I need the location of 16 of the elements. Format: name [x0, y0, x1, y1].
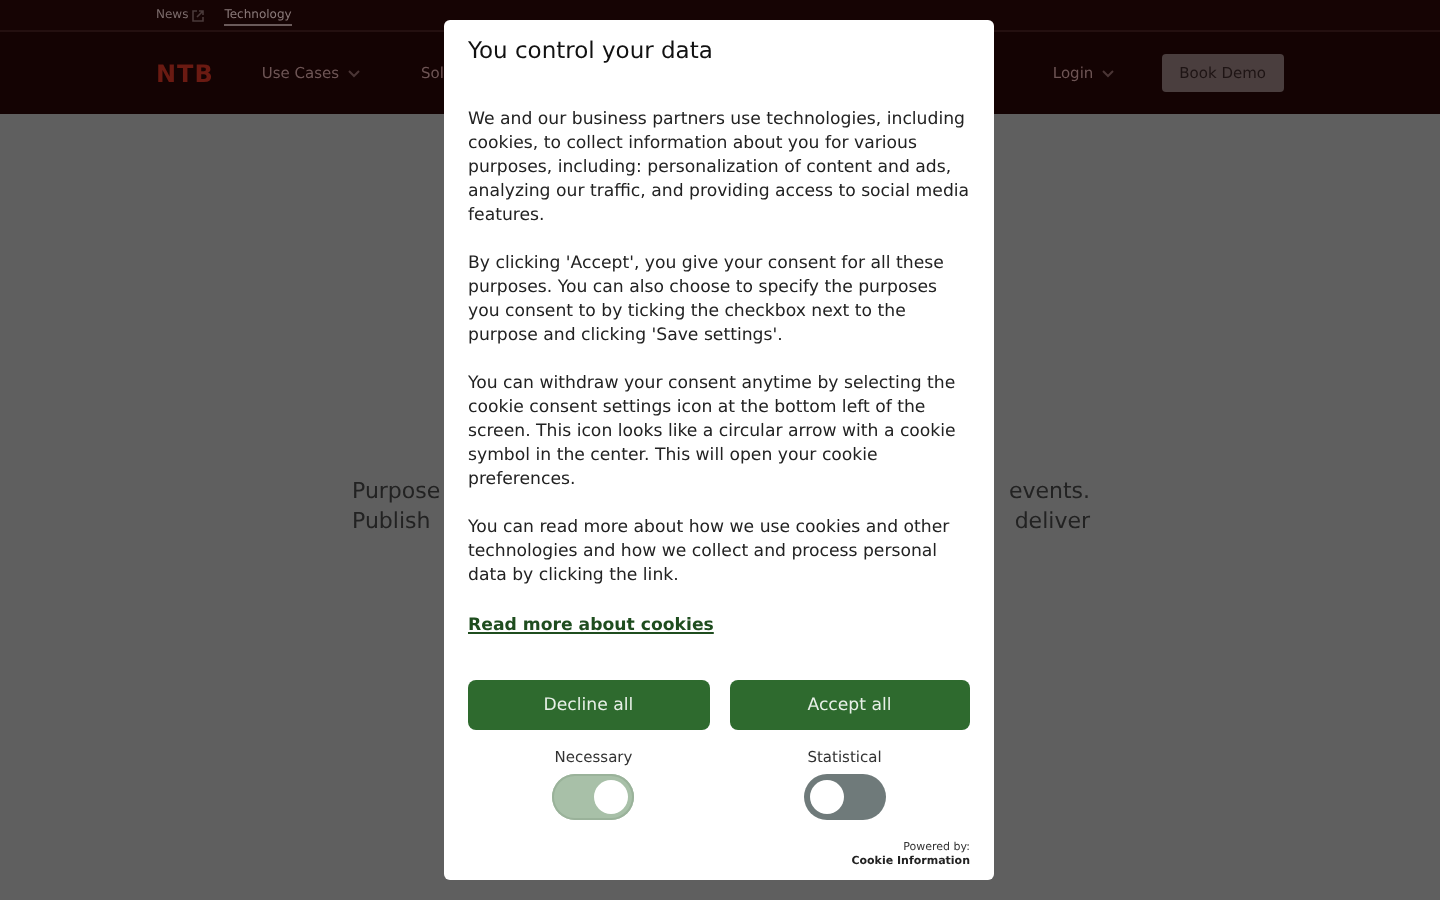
body-text: Purpose: [352, 478, 441, 504]
consent-paragraph: We and our business partners use technologies, including cookies, to collect information about you for various purposes, including: personalization of content and ads, analyzing our traffic, and providing access to social media features.: [468, 108, 970, 228]
consent-paragraph: You can withdraw your consent anytime by selecting the cookie consent settings icon at the bottom left of the screen. This icon looks like a circular arrow with a cookie symbol in the center. This will open your cookie preferences.: [468, 372, 958, 492]
toggle-switch[interactable]: [803, 774, 886, 820]
external-link-icon: [192, 9, 205, 21]
dialog-title: You control your data: [468, 36, 715, 64]
read-more-link[interactable]: Read more about cookies: [468, 616, 714, 636]
consent-paragraph: By clicking 'Accept', you give your consent for all these purposes. You can also choose to specify the purposes you consent to by ticking the checkbox next to the purpose and clicking 'Save settings'.: [468, 252, 946, 348]
body-text: events.: [1008, 478, 1090, 504]
chevron-down-icon: [347, 69, 360, 77]
consent-button[interactable]: Accept all: [729, 680, 970, 730]
body-text: deliver: [1014, 508, 1090, 534]
consent-paragraph: You can read more about how we use cookies and other technologies and how we collect and process personal data by clicking the link.: [468, 516, 952, 588]
consent-button[interactable]: Decline all: [468, 680, 709, 730]
chevron-down-icon: [1101, 69, 1114, 77]
body-text: Publish: [352, 508, 431, 534]
